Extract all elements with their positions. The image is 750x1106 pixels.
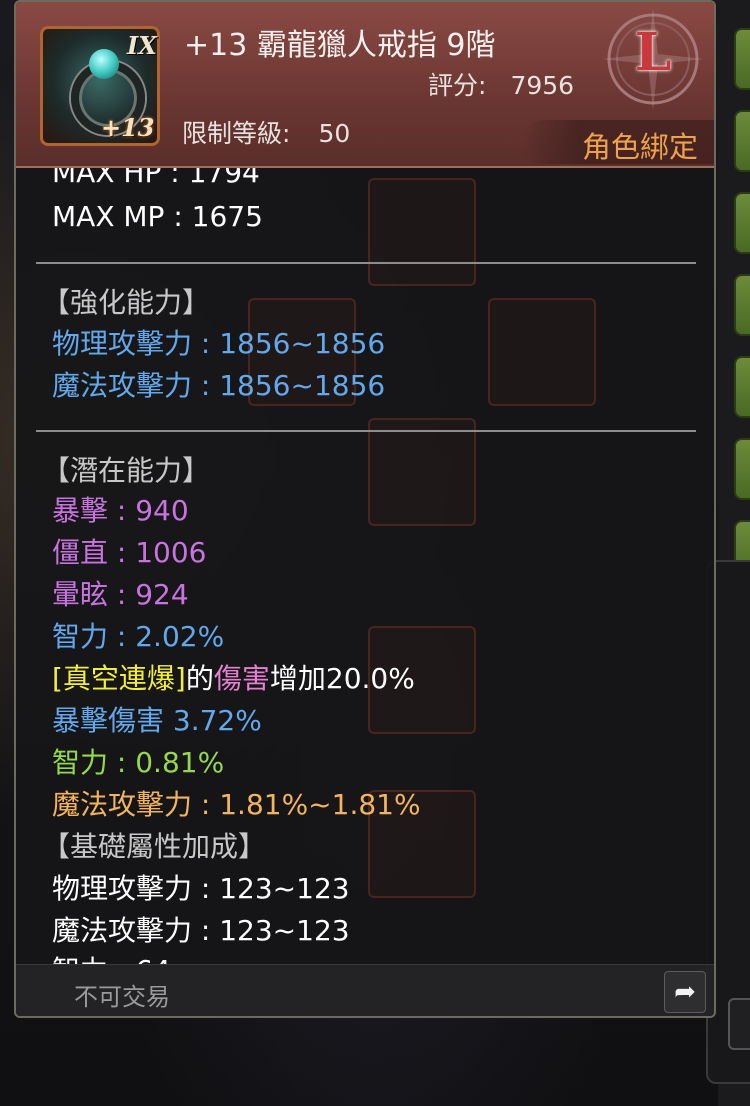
stat-max-mp: MAX MP : 1675 bbox=[52, 200, 263, 233]
divider bbox=[36, 262, 696, 264]
potential-crit: 暴擊 : 940 bbox=[52, 494, 189, 527]
enhance-header: 【強化能力】 bbox=[42, 286, 211, 319]
base-header: 【基礎屬性加成】 bbox=[42, 830, 267, 863]
divider bbox=[36, 430, 696, 432]
crit-damage: 暴擊傷害 3.72% bbox=[52, 704, 262, 737]
potential-header: 【潛在能力】 bbox=[42, 454, 211, 487]
skill-name: [真空連爆] bbox=[52, 662, 186, 695]
item-tooltip: IX +13 +13 霸龍獵人戒指 9階 評分: 7956 限制等級: 50 L 角… bbox=[14, 0, 716, 1018]
skill-damage-word: 傷害 bbox=[213, 662, 270, 695]
skill-bonus-line: [真空連爆]的傷害增加20.0% bbox=[52, 660, 415, 698]
score-row: 評分: 7956 bbox=[428, 66, 574, 102]
share-arrow-icon: ➦ bbox=[674, 977, 696, 1007]
enhance-physical: 物理攻擊力 : 1856~1856 bbox=[52, 327, 386, 360]
side-tab-3[interactable] bbox=[734, 192, 750, 254]
score-label: 評分: bbox=[428, 71, 487, 100]
magic-attack-pct: 魔法攻擊力 : 1.81%~1.81% bbox=[52, 788, 421, 821]
stat-max-hp: MAX HP : 1794 bbox=[52, 168, 260, 189]
skill-of: 的 bbox=[185, 662, 214, 695]
trade-status: 不可交易 bbox=[74, 983, 170, 1011]
gem-icon bbox=[89, 49, 119, 79]
base-magic: 魔法攻擊力 : 123~123 bbox=[52, 914, 350, 947]
base-int: 智力 : 64 bbox=[52, 952, 171, 964]
side-tab-6[interactable] bbox=[734, 438, 750, 500]
share-button[interactable]: ➦ bbox=[664, 971, 706, 1013]
base-physical: 物理攻擊力 : 123~123 bbox=[52, 872, 350, 905]
tier-badge: IX bbox=[127, 31, 157, 60]
int-bonus: 智力 : 0.81% bbox=[52, 746, 225, 779]
item-header: IX +13 +13 霸龍獵人戒指 9階 評分: 7956 限制等級: 50 L 角… bbox=[16, 2, 714, 168]
enhance-badge: +13 bbox=[101, 113, 155, 142]
skill-increase: 增加20.0% bbox=[269, 662, 415, 695]
score-value: 7956 bbox=[510, 71, 575, 100]
level-row: 限制等級: 50 bbox=[182, 114, 350, 150]
ring-item-icon: IX +13 bbox=[40, 26, 160, 146]
bind-label: 角色綁定 bbox=[581, 130, 698, 164]
tooltip-footer: 不可交易 ➦ bbox=[16, 964, 714, 1016]
stats-scroll-area[interactable]: MAX HP : 1794 MAX MP : 1675 【強化能力】 物理攻擊力… bbox=[16, 168, 714, 964]
potential-stiff: 僵直 : 1006 bbox=[52, 536, 207, 569]
level-value: 50 bbox=[318, 119, 351, 148]
side-tab-2[interactable] bbox=[734, 110, 750, 172]
potential-int: 智力 : 2.02% bbox=[52, 620, 225, 653]
grade-emblem: L bbox=[600, 6, 710, 116]
side-tab-5[interactable] bbox=[734, 356, 750, 418]
enhance-magic: 魔法攻擊力 : 1856~1856 bbox=[52, 369, 386, 402]
item-name: +13 霸龍獵人戒指 9階 bbox=[184, 28, 496, 63]
side-tab-1[interactable] bbox=[734, 28, 750, 90]
level-label: 限制等級: bbox=[182, 119, 291, 148]
potential-stun: 暈眩 : 924 bbox=[52, 578, 189, 611]
side-slot[interactable] bbox=[728, 998, 750, 1050]
side-tab-4[interactable] bbox=[734, 274, 750, 336]
grade-letter: L bbox=[634, 22, 672, 83]
bind-status: 角色綁定 bbox=[522, 120, 714, 164]
